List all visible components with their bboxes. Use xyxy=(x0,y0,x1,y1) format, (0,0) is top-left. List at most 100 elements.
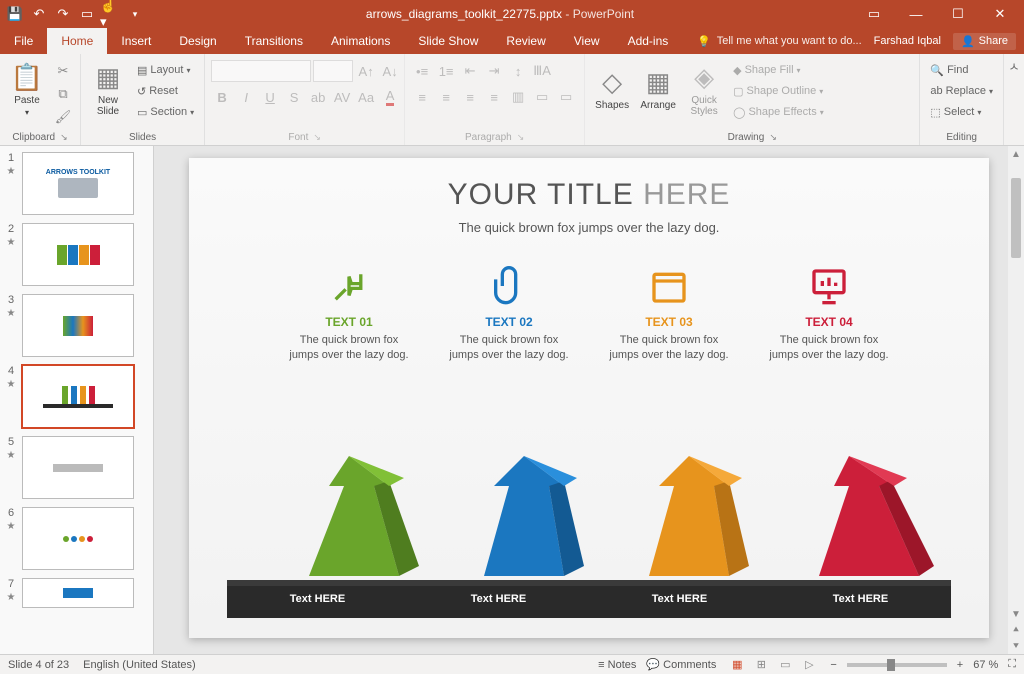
arrows-graphic[interactable]: Text HERE Text HERE Text HERE Text HERE xyxy=(189,458,989,628)
thumbnail-7[interactable]: 7★ xyxy=(4,578,149,608)
thumbnail-3[interactable]: 3★ xyxy=(4,294,149,357)
slide-counter[interactable]: Slide 4 of 23 xyxy=(8,659,69,671)
normal-view-icon[interactable]: ▦ xyxy=(726,657,748,673)
decrease-indent-icon[interactable]: ⇤ xyxy=(459,60,481,82)
scroll-thumb[interactable] xyxy=(1011,178,1021,258)
columns-icon[interactable]: ▥ xyxy=(507,86,529,108)
tab-animations[interactable]: Animations xyxy=(317,28,404,54)
save-icon[interactable]: 💾 xyxy=(4,3,26,25)
minimize-icon[interactable]: — xyxy=(896,0,936,28)
tab-slideshow[interactable]: Slide Show xyxy=(404,28,492,54)
close-icon[interactable]: ✕ xyxy=(980,0,1020,28)
column-1[interactable]: TEXT 01 The quick brown fox jumps over t… xyxy=(289,263,409,364)
platform-bar[interactable]: Text HERE Text HERE Text HERE Text HERE xyxy=(227,580,951,618)
shapes-button[interactable]: ◇Shapes xyxy=(591,56,633,122)
touch-mode-icon[interactable]: ☝▾ xyxy=(100,3,122,25)
zoom-level[interactable]: 67 % xyxy=(973,659,998,671)
font-color-icon[interactable]: A xyxy=(379,86,401,108)
thumbnail-4[interactable]: 4★ xyxy=(4,365,149,428)
reset-button[interactable]: ↺Reset xyxy=(133,81,198,101)
strikethrough-icon[interactable]: S xyxy=(283,86,305,108)
numbering-icon[interactable]: 1≡ xyxy=(435,60,457,82)
qat-customize-icon[interactable]: ▾ xyxy=(124,3,146,25)
case-icon[interactable]: Aa xyxy=(355,86,377,108)
column-3[interactable]: TEXT 03 The quick brown fox jumps over t… xyxy=(609,263,729,364)
zoom-handle[interactable] xyxy=(887,659,895,671)
start-from-beginning-icon[interactable]: ▭ xyxy=(76,3,98,25)
next-slide-icon[interactable]: ⯆ xyxy=(1008,638,1024,654)
notes-button[interactable]: ≡ Notes xyxy=(598,659,636,671)
slide-thumbnails[interactable]: 1★ARROWS TOOLKIT 2★ 3★ 4★ 5★ 6★ 7★ xyxy=(0,146,154,654)
user-name[interactable]: Farshad Iqbal xyxy=(874,35,941,47)
tell-me-search[interactable]: 💡 Tell me what you want to do... xyxy=(697,35,862,48)
thumbnail-5[interactable]: 5★ xyxy=(4,436,149,499)
bullets-icon[interactable]: •≡ xyxy=(411,60,433,82)
sorter-view-icon[interactable]: ⊞ xyxy=(750,657,772,673)
font-family-combo[interactable] xyxy=(211,60,311,82)
fit-window-icon[interactable]: ⛶ xyxy=(1008,658,1016,671)
tab-design[interactable]: Design xyxy=(165,28,230,54)
tab-review[interactable]: Review xyxy=(492,28,559,54)
tab-addins[interactable]: Add-ins xyxy=(614,28,683,54)
reading-view-icon[interactable]: ▭ xyxy=(774,657,796,673)
scroll-up-icon[interactable]: ▲ xyxy=(1008,146,1024,162)
vertical-scrollbar[interactable]: ▲ ▼ ⯅ ⯆ xyxy=(1008,146,1024,654)
tab-home[interactable]: Home xyxy=(47,28,107,54)
align-text-icon[interactable]: ▭ xyxy=(531,86,553,108)
column-2[interactable]: TEXT 02 The quick brown fox jumps over t… xyxy=(449,263,569,364)
line-spacing-icon[interactable]: ↕ xyxy=(507,60,529,82)
launcher-icon[interactable]: ↘ xyxy=(769,132,777,143)
column-4[interactable]: TEXT 04 The quick brown fox jumps over t… xyxy=(769,263,889,364)
arrange-button[interactable]: ▦Arrange xyxy=(637,56,679,122)
thumbnail-6[interactable]: 6★ xyxy=(4,507,149,570)
select-button[interactable]: ⬚Select▾ xyxy=(926,102,997,122)
shape-effects-button[interactable]: ◯Shape Effects▾ xyxy=(729,102,828,122)
slideshow-view-icon[interactable]: ▷ xyxy=(798,657,820,673)
increase-font-icon[interactable]: A↑ xyxy=(355,60,377,82)
zoom-in-icon[interactable]: + xyxy=(957,659,963,671)
share-button[interactable]: 👤 Share xyxy=(953,33,1016,50)
shape-fill-button[interactable]: ◆Shape Fill▾ xyxy=(729,60,828,80)
cut-icon[interactable]: ✂ xyxy=(52,60,74,82)
slide-canvas-area[interactable]: YOUR TITLE HERE The quick brown fox jump… xyxy=(154,146,1024,654)
shape-outline-button[interactable]: ▢Shape Outline▾ xyxy=(729,81,828,101)
spacing-icon[interactable]: AV xyxy=(331,86,353,108)
slide-subtitle[interactable]: The quick brown fox jumps over the lazy … xyxy=(189,220,989,235)
format-painter-icon[interactable]: 🖌 xyxy=(52,106,74,128)
thumbnail-1[interactable]: 1★ARROWS TOOLKIT xyxy=(4,152,149,215)
prev-slide-icon[interactable]: ⯅ xyxy=(1008,622,1024,638)
redo-icon[interactable]: ↷ xyxy=(52,3,74,25)
language[interactable]: English (United States) xyxy=(83,659,196,671)
align-center-icon[interactable]: ≡ xyxy=(435,86,457,108)
undo-icon[interactable]: ↶ xyxy=(28,3,50,25)
maximize-icon[interactable]: ☐ xyxy=(938,0,978,28)
zoom-out-icon[interactable]: − xyxy=(830,659,836,671)
ribbon-display-icon[interactable]: ▭ xyxy=(854,0,894,28)
bold-icon[interactable]: B xyxy=(211,86,233,108)
underline-icon[interactable]: U xyxy=(259,86,281,108)
paste-button[interactable]: 📋Paste▾ xyxy=(6,56,48,122)
slide-canvas[interactable]: YOUR TITLE HERE The quick brown fox jump… xyxy=(189,158,989,638)
replace-button[interactable]: abReplace▾ xyxy=(926,81,997,101)
smartart-icon[interactable]: ▭ xyxy=(555,86,577,108)
copy-icon[interactable]: ⧉ xyxy=(52,83,74,105)
find-button[interactable]: 🔍Find xyxy=(926,60,997,80)
increase-indent-icon[interactable]: ⇥ xyxy=(483,60,505,82)
thumbnail-2[interactable]: 2★ xyxy=(4,223,149,286)
launcher-icon[interactable]: ↘ xyxy=(313,132,321,143)
layout-button[interactable]: ▤Layout▾ xyxy=(133,60,198,80)
collapse-ribbon-icon[interactable]: ㅅ xyxy=(1004,54,1024,145)
zoom-slider[interactable] xyxy=(847,663,947,667)
justify-icon[interactable]: ≡ xyxy=(483,86,505,108)
comments-button[interactable]: 💬 Comments xyxy=(646,658,716,671)
align-left-icon[interactable]: ≡ xyxy=(411,86,433,108)
launcher-icon[interactable]: ↘ xyxy=(517,132,525,143)
slide-title[interactable]: YOUR TITLE HERE xyxy=(189,158,989,212)
quick-styles-button[interactable]: ◈Quick Styles xyxy=(683,56,725,122)
tab-insert[interactable]: Insert xyxy=(107,28,165,54)
tab-transitions[interactable]: Transitions xyxy=(231,28,317,54)
font-size-combo[interactable] xyxy=(313,60,353,82)
tab-file[interactable]: File xyxy=(0,28,47,54)
scroll-down-icon[interactable]: ▼ xyxy=(1008,606,1024,622)
italic-icon[interactable]: I xyxy=(235,86,257,108)
